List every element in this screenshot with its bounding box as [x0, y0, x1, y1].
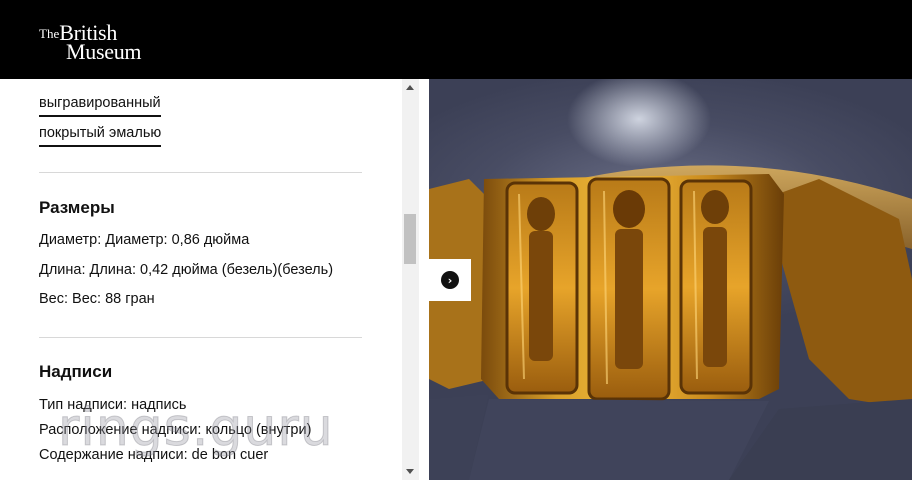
dimension-row-length: Длина: Длина: 0,42 дюйма (безель)(безель… [39, 262, 334, 278]
site-header: TheBritish Museum [0, 0, 912, 79]
gutter [419, 79, 429, 480]
object-image[interactable] [429, 79, 912, 480]
divider [39, 172, 362, 173]
chevron-right-icon: › [441, 271, 459, 289]
scroll-up-icon[interactable] [406, 85, 414, 90]
inscription-row-type: Тип надписи: надпись [39, 397, 187, 413]
details-panel: выгравированный покрытый эмалью Размеры … [0, 79, 402, 480]
technique-link-engraved[interactable]: выгравированный [39, 95, 161, 117]
british-museum-logo[interactable]: TheBritish Museum [39, 22, 142, 64]
logo-museum: Museum [66, 39, 142, 64]
inscriptions-title: Надписи [39, 362, 113, 381]
divider [39, 337, 362, 338]
scrollbar-thumb[interactable] [404, 214, 416, 264]
gold-ring-photo [429, 165, 912, 480]
scroll-down-icon[interactable] [406, 469, 414, 474]
next-image-button[interactable]: › [429, 259, 471, 301]
logo-the: The [39, 26, 60, 41]
dimension-row-diameter: Диаметр: Диаметр: 0,86 дюйма [39, 232, 250, 248]
technique-link-enamelled[interactable]: покрытый эмалью [39, 125, 162, 147]
inscription-row-position: Расположение надписи: кольцо (внутри) [39, 422, 312, 438]
panel-scrollbar[interactable] [402, 79, 419, 480]
inscription-row-content: Содержание надписи: de bon cuer [39, 447, 269, 463]
dimension-row-weight: Вес: Вес: 88 гран [39, 291, 155, 307]
dimensions-title: Размеры [39, 198, 115, 217]
